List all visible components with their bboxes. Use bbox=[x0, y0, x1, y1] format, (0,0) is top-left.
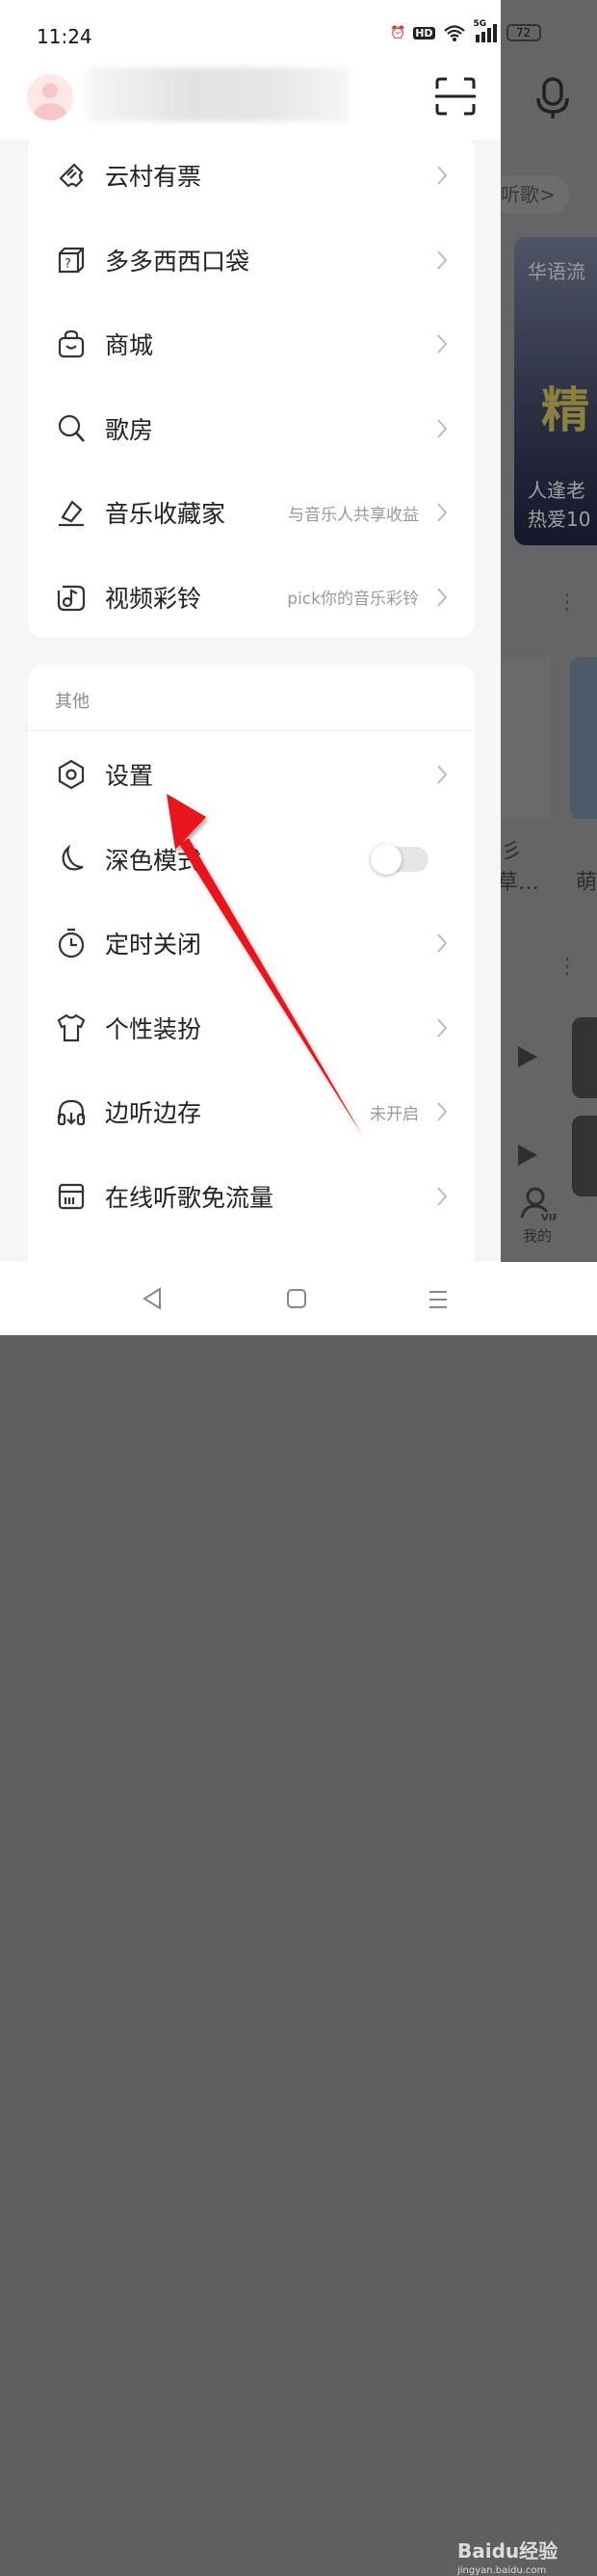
menu-item[interactable]: 云村有票 bbox=[28, 133, 475, 218]
avatar[interactable] bbox=[27, 74, 73, 120]
chevron-right-icon bbox=[437, 250, 448, 270]
user-vip-icon: VIP bbox=[520, 1187, 559, 1223]
more-icon[interactable]: ⋮ bbox=[557, 592, 578, 614]
username-blurred[interactable] bbox=[87, 67, 349, 121]
chevron-right-icon bbox=[437, 334, 448, 354]
svg-text:?: ? bbox=[65, 257, 71, 272]
menu-group-other: 其他 设置深色模式定时关闭个性装扮边听边存 未开启在线听歌免流量 bbox=[28, 665, 475, 1281]
listen-pill[interactable]: 听歌> bbox=[501, 175, 570, 214]
chevron-right-icon bbox=[437, 418, 448, 438]
menu-item-label: 云村有票 bbox=[105, 163, 202, 191]
menu-item[interactable]: 边听边存 未开启 bbox=[28, 1069, 475, 1154]
menu-item[interactable]: 视频彩铃 pick你的音乐彩铃 bbox=[28, 555, 475, 640]
card-text: 彡 bbox=[501, 840, 523, 864]
microphone-icon[interactable] bbox=[535, 77, 570, 119]
menu-item-label: 商城 bbox=[105, 331, 154, 359]
system-nav-bar: Baidu经验 jingyan.baidu.com bbox=[0, 1262, 597, 2576]
playlist-card[interactable] bbox=[501, 657, 551, 819]
card-text: 草… bbox=[501, 871, 540, 895]
menu-item-label: 在线听歌免流量 bbox=[105, 1184, 274, 1212]
dice-box-icon: ? bbox=[58, 247, 85, 273]
song-thumbnail[interactable] bbox=[572, 1116, 597, 1196]
moon-icon bbox=[62, 844, 84, 871]
menu-item[interactable]: 深色模式 bbox=[28, 817, 475, 902]
recents-icon[interactable] bbox=[428, 1289, 449, 1310]
menu-item-subtitle: pick你的音乐彩铃 bbox=[287, 590, 419, 609]
settings-hexagon-icon bbox=[58, 759, 85, 790]
menu-item-subtitle: 与音乐人共享收益 bbox=[288, 505, 419, 525]
microphone-search-icon bbox=[58, 414, 85, 442]
back-icon[interactable] bbox=[141, 1287, 164, 1310]
chevron-right-icon bbox=[437, 503, 448, 522]
card-text: 萌 bbox=[576, 871, 597, 895]
chevron-right-icon bbox=[437, 933, 448, 953]
song-thumbnail[interactable] bbox=[572, 1017, 597, 1098]
battery-icon: 72 bbox=[506, 24, 541, 41]
menu-item-label: 定时关闭 bbox=[105, 931, 202, 959]
hd-icon: HD bbox=[413, 26, 435, 39]
chevron-right-icon bbox=[437, 1187, 448, 1206]
menu-item-label: 设置 bbox=[105, 762, 154, 790]
sim-card-icon bbox=[58, 1183, 85, 1210]
menu-item-label: 音乐收藏家 bbox=[105, 500, 226, 528]
menu-group-features: 云村有票? 多多西西口袋 商城 歌房 音乐收藏家 与音乐人共享收益 视频彩铃 pick你的音乐… bbox=[28, 135, 475, 638]
dark-mode-toggle[interactable] bbox=[371, 843, 428, 875]
playlist-card[interactable] bbox=[570, 657, 597, 819]
eraser-collector-icon bbox=[59, 500, 84, 527]
menu-item-label: 深色模式 bbox=[105, 846, 202, 875]
ticket-icon bbox=[59, 163, 84, 188]
shopping-bag-icon bbox=[58, 329, 85, 358]
poster-big-text: 精 bbox=[541, 382, 589, 438]
signal-icon: 5G bbox=[474, 19, 499, 42]
menu-item-label: 视频彩铃 bbox=[105, 584, 202, 613]
play-icon[interactable] bbox=[518, 1046, 537, 1067]
menu-item[interactable]: 个性装扮 bbox=[28, 986, 475, 1070]
menu-item[interactable]: 定时关闭 bbox=[28, 901, 475, 986]
play-icon[interactable] bbox=[518, 1144, 537, 1166]
menu-item[interactable]: ? 多多西西口袋 bbox=[28, 218, 475, 302]
menu-item[interactable]: 在线听歌免流量 bbox=[28, 1154, 475, 1239]
more-icon[interactable]: ⋮ bbox=[557, 957, 578, 978]
menu-item[interactable]: 商城 bbox=[28, 302, 475, 386]
wifi-icon bbox=[443, 25, 465, 41]
side-drawer: 云村有票? 多多西西口袋 商城 歌房 音乐收藏家 与音乐人共享收益 视频彩铃 pick你的音乐… bbox=[0, 0, 501, 1281]
tshirt-icon bbox=[57, 1013, 86, 1041]
music-note-icon bbox=[57, 585, 86, 611]
divider bbox=[28, 730, 475, 731]
card-text: 「 bbox=[585, 834, 597, 865]
playlist-poster[interactable]: 华语流 精 人逢老 热爱10 bbox=[514, 237, 597, 545]
headphones-download-icon bbox=[57, 1100, 86, 1126]
home-icon[interactable] bbox=[285, 1287, 308, 1310]
menu-item-subtitle: 未开启 bbox=[370, 1104, 419, 1124]
poster-title: 华语流 bbox=[528, 260, 585, 283]
menu-item-label: 歌房 bbox=[105, 415, 154, 444]
scan-icon[interactable] bbox=[435, 77, 476, 116]
menu-item-label: 多多西西口袋 bbox=[105, 247, 250, 276]
chevron-right-icon bbox=[437, 587, 448, 607]
chevron-right-icon bbox=[437, 1018, 448, 1038]
poster-caption: 人逢老 热爱10 bbox=[528, 479, 591, 531]
status-bar: 11:24 ⏰ HD 5G 72 bbox=[0, 0, 597, 67]
menu-item[interactable]: 歌房 bbox=[28, 386, 475, 471]
clock: 11:24 bbox=[37, 25, 92, 48]
section-title: 其他 bbox=[55, 692, 90, 712]
timer-icon bbox=[58, 929, 85, 959]
chevron-right-icon bbox=[437, 765, 448, 784]
tab-me[interactable]: VIP 我的 bbox=[518, 1185, 559, 1246]
alarm-icon: ⏰ bbox=[390, 25, 406, 40]
chevron-right-icon bbox=[437, 1102, 448, 1122]
menu-item-label: 边听边存 bbox=[105, 1099, 202, 1128]
svg-text:VIP: VIP bbox=[541, 1213, 557, 1222]
watermark: Baidu经验 jingyan.baidu.com bbox=[457, 2539, 558, 2576]
menu-item[interactable]: 音乐收藏家 与音乐人共享收益 bbox=[28, 470, 475, 555]
menu-item-label: 个性装扮 bbox=[105, 1014, 202, 1043]
background-app: 听歌> 华语流 精 人逢老热爱10 ⋮ 彡 草… 「 萌 ⋮ VIP 我的 bbox=[501, 0, 597, 1262]
chevron-right-icon bbox=[437, 166, 448, 185]
menu-item[interactable]: 设置 bbox=[28, 732, 475, 817]
